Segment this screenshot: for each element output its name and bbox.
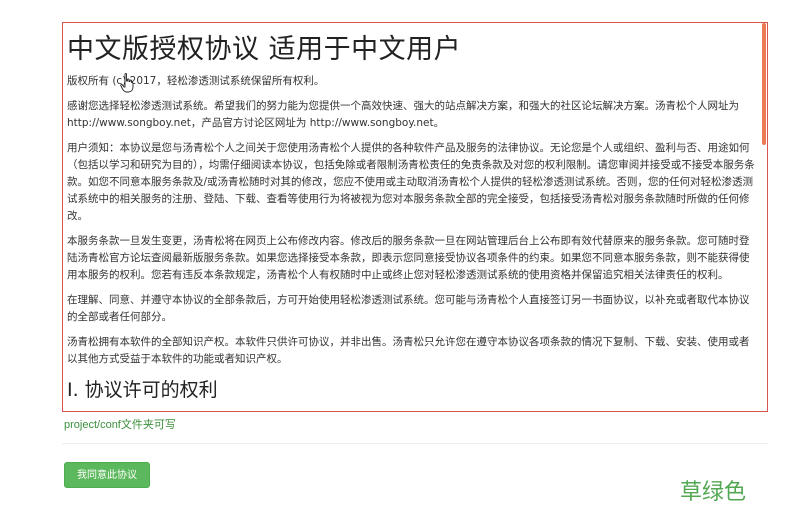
license-content: 中文版授权协议 适用于中文用户 版权所有 (c) 2017，轻松渗透测试系统保留… [67,31,757,411]
writable-status-note: project/conf文件夹可写 [64,419,176,431]
license-paragraph-intro: 感谢您选择轻松渗透测试系统。希望我们的努力能为您提供一个高效快速、强大的站点解决… [67,100,739,129]
license-agreement-box[interactable]: 中文版授权协议 适用于中文用户 版权所有 (c) 2017，轻松渗透测试系统保留… [62,22,768,412]
divider [62,443,768,444]
agree-button[interactable]: 我同意此协议 [64,462,150,488]
license-paragraph-changes: 本服务条款一旦发生变更，汤青松将在网页上公布修改内容。修改后的服务条款一旦在网站… [67,235,750,281]
license-copyright: 版权所有 (c) 2017，轻松渗透测试系统保留所有权利。 [67,75,325,87]
license-paragraph-ip: 汤青松拥有本软件的全部知识产权。本软件只供许可协议，并非出售。汤青松只允许您在遵… [67,336,750,365]
license-section-title: I. 协议许可的权利 [67,379,218,401]
license-paragraph-notice: 用户须知：本协议是您与汤青松个人之间关于您使用汤青松个人提供的各种软件产品及服务… [67,142,755,222]
license-title: 中文版授权协议 适用于中文用户 [67,34,462,65]
hand-cursor-icon [120,73,134,93]
license-scrollbar[interactable] [762,23,766,145]
color-annotation: 草绿色 [680,480,747,505]
license-paragraph-agreement: 在理解、同意、并遵守本协议的全部条款后，方可开始使用轻松渗透测试系统。您可能与汤… [67,294,750,323]
